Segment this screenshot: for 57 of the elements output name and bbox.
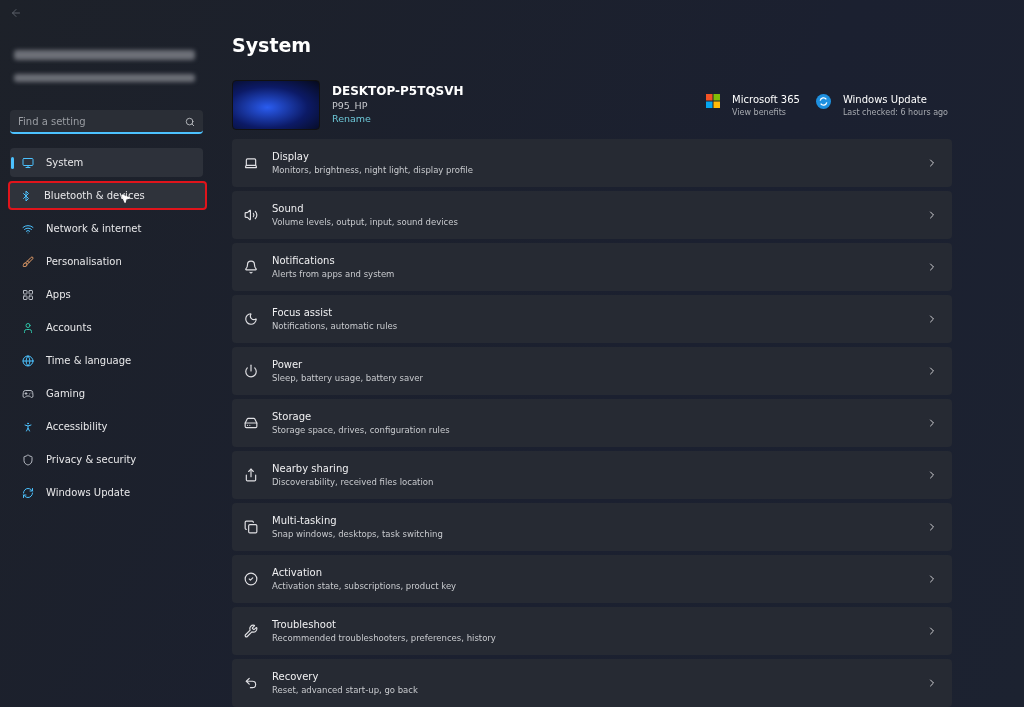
- quick-link-subtitle: View benefits: [732, 107, 787, 117]
- sidebar-item[interactable]: System: [10, 148, 203, 177]
- shield-icon: [22, 453, 34, 466]
- device-model: P95_HP: [332, 99, 369, 111]
- monitor-icon: [22, 156, 34, 169]
- settings-card[interactable]: Recovery Reset, advanced start-up, go back: [232, 659, 952, 707]
- search-field[interactable]: Find a setting: [10, 110, 203, 134]
- settings-card[interactable]: Activation Activation state, subscriptions, product key: [232, 555, 952, 603]
- update-icon: [22, 486, 34, 499]
- search-icon: [185, 117, 195, 127]
- bluetooth-icon: [20, 189, 32, 202]
- four-squares-logo-icon: [706, 93, 721, 108]
- settings-card[interactable]: Focus assist Notifications, automatic rules: [232, 295, 952, 343]
- quick-link-title[interactable]: Windows Update: [842, 93, 948, 105]
- share-icon: [244, 468, 258, 482]
- device-name: DESKTOP-P5TQSVH: [332, 83, 464, 98]
- bell-icon: [244, 260, 258, 274]
- settings-card[interactable]: Display Monitors, brightness, night light, display profile: [232, 139, 952, 187]
- globe-icon: [22, 354, 34, 367]
- windows-stack-icon: [244, 520, 258, 534]
- sidebar-item[interactable]: Personalisation: [10, 247, 203, 276]
- settings-card[interactable]: Sound Volume levels, output, input, sound devices: [232, 191, 952, 239]
- wrench-icon: [244, 624, 258, 638]
- quick-link-subtitle: Last checked: 6 hours ago: [842, 107, 948, 117]
- check-circle-icon: [244, 572, 258, 586]
- power-icon: [244, 364, 258, 378]
- quick-link-title[interactable]: Microsoft 365: [732, 93, 800, 105]
- sidebar-item[interactable]: Privacy & security: [10, 445, 203, 474]
- back-arrow-icon[interactable]: [10, 7, 22, 19]
- settings-card[interactable]: Storage Storage space, drives, configuration rules: [232, 399, 952, 447]
- sidebar-item[interactable]: Windows Update: [10, 478, 203, 507]
- rename-link[interactable]: Rename: [332, 112, 464, 124]
- brush-icon: [22, 255, 34, 268]
- update-icon: [815, 93, 831, 109]
- sidebar-item[interactable]: Accessibility: [10, 412, 203, 441]
- sidebar-item[interactable]: Time & language: [10, 346, 203, 375]
- settings-card[interactable]: Nearby sharing Discoverability, received files location: [232, 451, 952, 499]
- recovery-icon: [244, 676, 258, 690]
- sidebar-item[interactable]: Accounts: [10, 313, 203, 342]
- person-icon: [22, 321, 34, 334]
- page-title: System: [232, 34, 313, 58]
- settings-card[interactable]: Notifications Alerts from apps and system: [232, 243, 952, 291]
- gamepad-icon: [22, 387, 34, 400]
- sidebar-item[interactable]: Apps: [10, 280, 203, 309]
- settings-card[interactable]: Multi-tasking Snap windows, desktops, task switching: [232, 503, 952, 551]
- settings-card[interactable]: Troubleshoot Recommended troubleshooters, preferences, history: [232, 607, 952, 655]
- speaker-icon: [244, 208, 258, 222]
- accessibility-icon: [22, 420, 34, 433]
- sidebar-item[interactable]: Bluetooth & devices: [8, 181, 207, 210]
- sidebar-item[interactable]: Network & internet: [10, 214, 203, 243]
- drive-icon: [244, 416, 258, 430]
- laptop-icon: [244, 156, 258, 170]
- moon-icon: [244, 312, 258, 326]
- settings-card[interactable]: Power Sleep, battery usage, battery saver: [232, 347, 952, 395]
- sidebar-item[interactable]: Gaming: [10, 379, 203, 408]
- grid-icon: [22, 288, 34, 301]
- wifi-icon: [22, 222, 34, 235]
